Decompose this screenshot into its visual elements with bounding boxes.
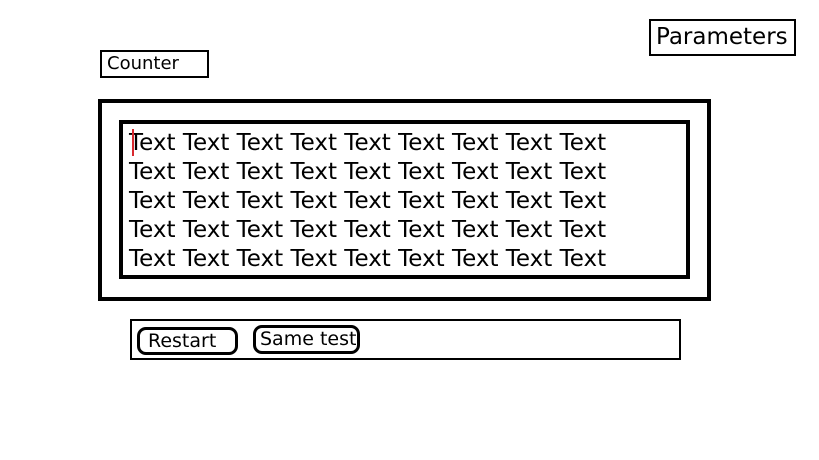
typing-text-area[interactable]: Text Text Text Text Text Text Text Text … <box>119 120 690 279</box>
restart-button[interactable]: Restart <box>137 327 238 355</box>
text-line: Text Text Text Text Text Text Text Text … <box>129 159 607 185</box>
text-line: Text Text Text Text Text Text Text Text … <box>129 188 607 214</box>
text-caret <box>132 129 134 156</box>
same-test-button[interactable]: Same test <box>253 325 360 354</box>
counter-display: Counter <box>100 50 209 78</box>
parameters-button[interactable]: Parameters <box>649 19 796 56</box>
text-line: Text Text Text Text Text Text Text Text … <box>129 217 607 243</box>
text-line: Text Text Text Text Text Text Text Text … <box>129 246 607 272</box>
text-line: Text Text Text Text Text Text Text Text … <box>129 130 607 156</box>
